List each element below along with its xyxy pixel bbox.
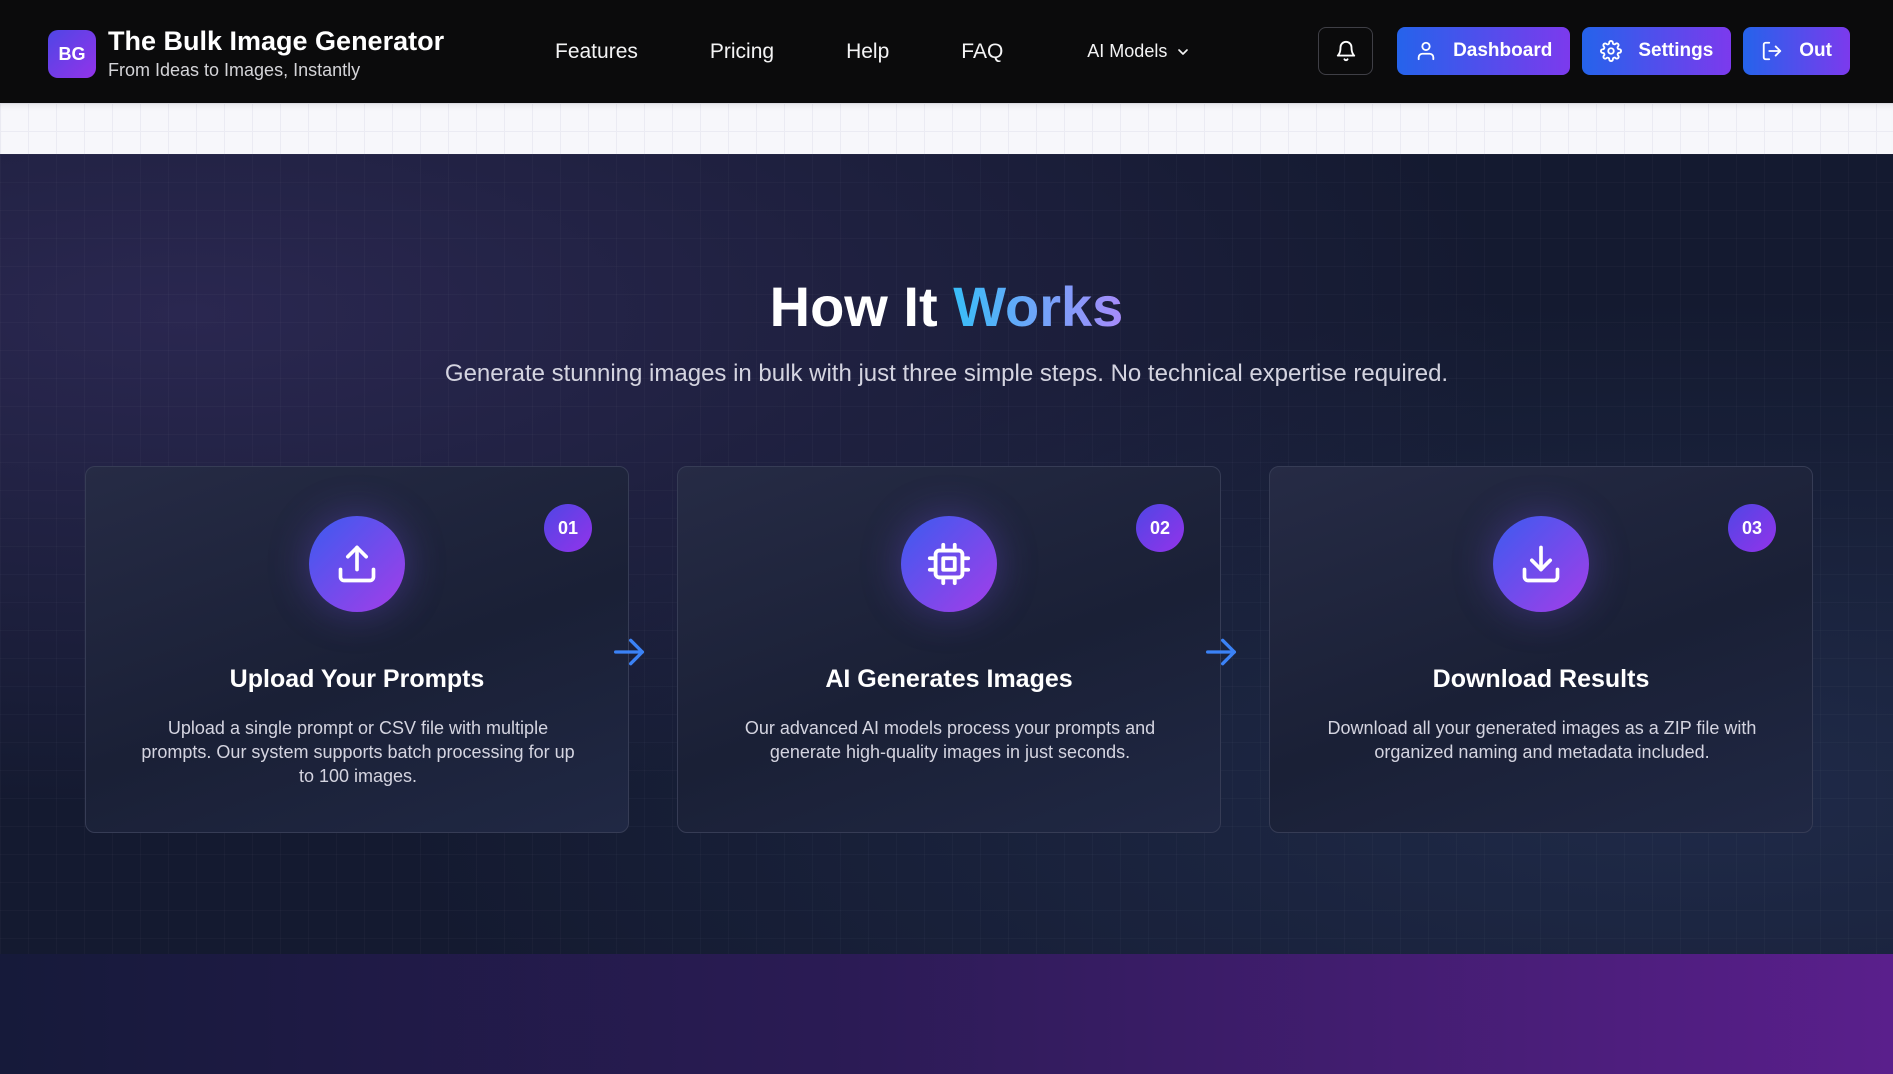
section-title-main: How It — [769, 275, 954, 338]
step-number-badge: 01 — [544, 504, 592, 552]
dashboard-label: Dashboard — [1453, 40, 1553, 61]
step-icon-circle — [1493, 516, 1589, 612]
section-subtitle: Generate stunning images in bulk with ju… — [444, 360, 1449, 387]
nav-link-pricing[interactable]: Pricing — [710, 40, 774, 64]
cpu-chip-icon — [927, 542, 971, 586]
section-title-accent: Works — [953, 275, 1124, 338]
upload-icon — [338, 545, 376, 583]
main-nav: Features Pricing Help FAQ AI Models — [555, 0, 1263, 103]
brand-title[interactable]: The Bulk Image Generator — [108, 26, 444, 56]
brand-text: The Bulk Image Generator From Ideas to I… — [108, 26, 444, 82]
step-title: Upload Your Prompts — [229, 665, 485, 693]
arrow-right-icon — [614, 638, 644, 666]
settings-label: Settings — [1638, 40, 1714, 61]
step-description: Our advanced AI models process your prom… — [744, 718, 1156, 762]
how-it-works-section: How It Works Generate stunning images in… — [0, 154, 1893, 954]
dashboard-button[interactable]: Dashboard — [1397, 27, 1571, 75]
nav-link-help[interactable]: Help — [846, 40, 889, 64]
bell-icon — [1336, 41, 1355, 62]
user-icon — [1417, 41, 1435, 61]
section-title: How It Works — [0, 274, 1893, 339]
ai-models-label: AI Models — [1087, 41, 1168, 61]
next-section-band — [0, 954, 1893, 1074]
gear-icon — [1600, 40, 1623, 62]
step-description: Download all your generated images as a … — [1327, 718, 1757, 762]
step-number-badge: 03 — [1728, 504, 1776, 552]
nav-link-faq[interactable]: FAQ — [961, 40, 1003, 64]
brand-logo[interactable]: BG — [48, 30, 96, 78]
logout-icon — [1763, 41, 1782, 61]
nav-link-features[interactable]: Features — [555, 40, 638, 64]
step-card-download: 03 Download Results Download all your ge… — [1269, 466, 1813, 833]
top-navbar: BG The Bulk Image Generator From Ideas t… — [0, 0, 1893, 103]
step-number-badge: 02 — [1136, 504, 1184, 552]
brand[interactable]: BG The Bulk Image Generator From Ideas t… — [48, 26, 444, 82]
download-icon — [1522, 545, 1560, 583]
logout-label: Out — [1799, 40, 1832, 61]
brand-tagline: From Ideas to Images, Instantly — [108, 60, 361, 80]
step-icon-circle — [901, 516, 997, 612]
hero-grid-background — [0, 103, 1893, 154]
settings-button[interactable]: Settings — [1582, 27, 1732, 75]
step-title: AI Generates Images — [825, 665, 1073, 693]
step-description: Upload a single prompt or CSV file with … — [141, 718, 575, 786]
step-title: Download Results — [1432, 665, 1650, 693]
step-card-upload: 01 Upload Your Prompts Upload a single p… — [85, 466, 629, 833]
notifications-button[interactable] — [1318, 27, 1374, 75]
arrow-right-icon — [1206, 638, 1236, 666]
nav-actions: Dashboard Settings Out — [1318, 27, 1850, 75]
ai-models-dropdown[interactable]: AI Models — [1087, 41, 1191, 62]
step-card-generate: 02 AI Generates Images Our advanced AI m… — [677, 466, 1221, 833]
logout-button[interactable]: Out — [1743, 27, 1850, 75]
step-icon-circle — [309, 516, 405, 612]
chevron-down-icon — [1178, 48, 1189, 55]
